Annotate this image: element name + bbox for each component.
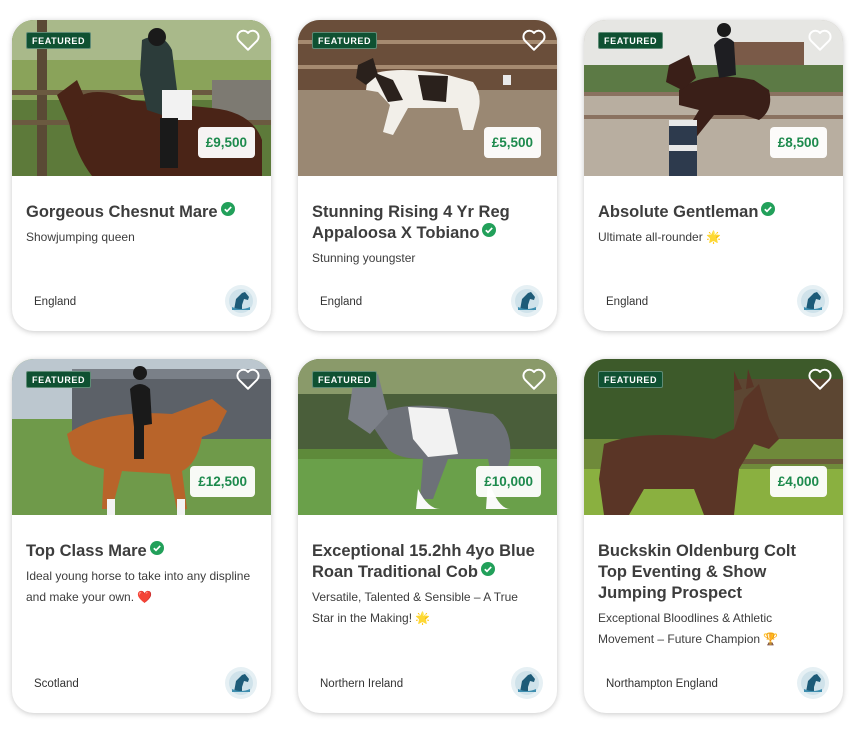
listing-title[interactable]: Buckskin Oldenburg Colt Top Eventing & S… xyxy=(598,541,829,604)
listing-location: Northampton England xyxy=(606,678,718,690)
listing-title[interactable]: Absolute Gentleman xyxy=(598,202,829,223)
featured-badge: FEATURED xyxy=(312,32,378,49)
price-tag: £9,500 xyxy=(197,127,255,158)
horse-head-avatar-icon[interactable] xyxy=(225,285,257,317)
listing-description: Ideal young horse to take into any displ… xyxy=(26,569,251,604)
listing-card[interactable]: FEATURED £8,500 Absolute Gentleman Ultim… xyxy=(584,20,843,331)
listing-description: Versatile, Talented & Sensible – A True … xyxy=(312,590,518,625)
heart-outline-icon[interactable] xyxy=(235,28,261,52)
listing-location: England xyxy=(34,296,77,308)
horse-head-avatar-icon[interactable] xyxy=(225,667,257,699)
listing-location: England xyxy=(606,296,649,308)
heart-outline-icon[interactable] xyxy=(807,28,833,52)
listing-location: Northern Ireland xyxy=(320,678,404,690)
listing-photo[interactable]: FEATURED £12,500 xyxy=(12,359,271,515)
price-tag: £4,000 xyxy=(769,466,827,497)
horse-head-avatar-icon[interactable] xyxy=(797,667,829,699)
horse-head-avatar-icon[interactable] xyxy=(511,285,543,317)
check-circle-icon xyxy=(482,223,497,237)
listing-description: Stunning youngster xyxy=(312,251,416,265)
heart-outline-icon[interactable] xyxy=(521,28,547,52)
listing-photo[interactable]: FEATURED £4,000 xyxy=(584,359,843,515)
listing-title[interactable]: Stunning Rising 4 Yr Reg Appaloosa X Tob… xyxy=(312,202,543,244)
price-tag: £5,500 xyxy=(483,127,541,158)
listing-location: England xyxy=(320,296,363,308)
featured-badge: FEATURED xyxy=(598,371,664,388)
listing-description: Exceptional Bloodlines & Athletic Moveme… xyxy=(598,611,779,646)
check-circle-icon xyxy=(761,202,776,216)
listing-description: Showjumping queen xyxy=(26,230,135,244)
listing-photo[interactable]: FEATURED £9,500 xyxy=(12,20,271,176)
listing-title[interactable]: Exceptional 15.2hh 4yo Blue Roan Traditi… xyxy=(312,541,543,583)
horse-head-avatar-icon[interactable] xyxy=(511,667,543,699)
check-circle-icon xyxy=(480,562,495,576)
heart-outline-icon[interactable] xyxy=(235,367,261,391)
price-tag: £12,500 xyxy=(190,466,255,497)
listing-card[interactable]: FEATURED £4,000 Buckskin Oldenburg Colt … xyxy=(584,359,843,713)
listing-photo[interactable]: FEATURED £10,000 xyxy=(298,359,557,515)
listing-photo[interactable]: FEATURED £8,500 xyxy=(584,20,843,176)
price-tag: £10,000 xyxy=(476,466,541,497)
featured-badge: FEATURED xyxy=(598,32,664,49)
listing-location: Scotland xyxy=(34,678,79,690)
price-tag: £8,500 xyxy=(769,127,827,158)
featured-badge: FEATURED xyxy=(26,371,92,388)
listing-card[interactable]: FEATURED £9,500 Gorgeous Chesnut Mare Sh… xyxy=(12,20,271,331)
featured-badge: FEATURED xyxy=(312,371,378,388)
heart-outline-icon[interactable] xyxy=(521,367,547,391)
listing-card[interactable]: FEATURED £10,000 Exceptional 15.2hh 4yo … xyxy=(298,359,557,713)
listing-photo[interactable]: FEATURED £5,500 xyxy=(298,20,557,176)
check-circle-icon xyxy=(149,541,164,555)
horse-head-avatar-icon[interactable] xyxy=(797,285,829,317)
check-circle-icon xyxy=(220,202,235,216)
heart-outline-icon[interactable] xyxy=(807,367,833,391)
listing-card[interactable]: FEATURED £5,500 Stunning Rising 4 Yr Reg… xyxy=(298,20,557,331)
featured-badge: FEATURED xyxy=(26,32,92,49)
listing-title[interactable]: Gorgeous Chesnut Mare xyxy=(26,202,257,223)
listing-title[interactable]: Top Class Mare xyxy=(26,541,257,562)
listings-grid: FEATURED £9,500 Gorgeous Chesnut Mare Sh… xyxy=(0,0,855,735)
listing-description: Ultimate all-rounder 🌟 xyxy=(598,230,721,244)
listing-card[interactable]: FEATURED £12,500 Top Class Mare Ideal yo… xyxy=(12,359,271,713)
